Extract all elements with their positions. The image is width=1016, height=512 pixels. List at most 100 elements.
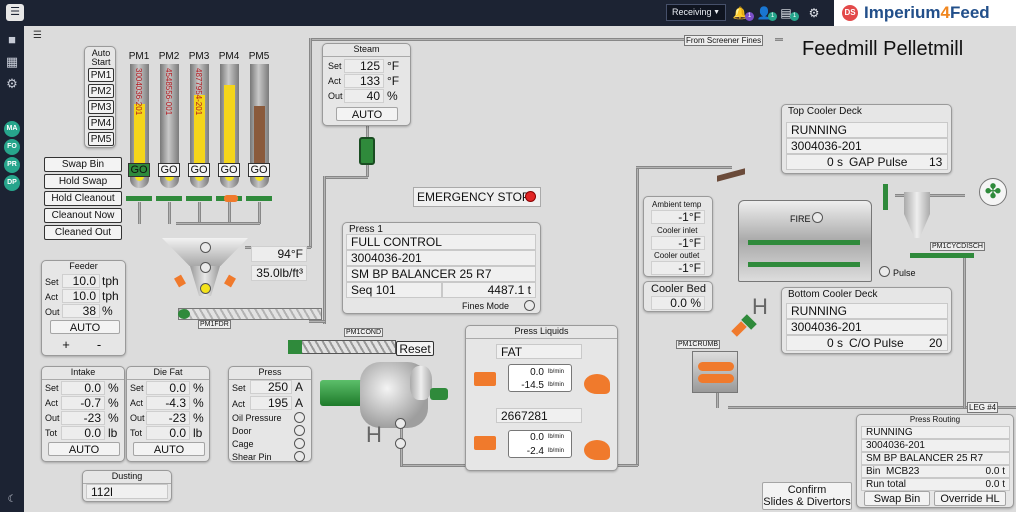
ambient-temp: -1°F	[651, 210, 705, 224]
swap-bin-button[interactable]: Swap Bin	[44, 157, 122, 172]
auto-start-pm1-button[interactable]: PM1	[88, 68, 114, 82]
feeder-set-unit: tph	[102, 274, 119, 288]
pipe	[198, 202, 201, 224]
routing-bin-weight: 0.0 t	[985, 466, 1005, 477]
sidebar-toggle-icon[interactable]: ☰	[33, 30, 42, 41]
task-badge: 1	[790, 12, 799, 21]
hold-swap-button[interactable]: Hold Swap	[44, 174, 122, 189]
emergency-stop[interactable]: EMERGENCY STOP	[413, 187, 541, 207]
bin-level-5	[254, 106, 265, 164]
die-motor	[430, 388, 448, 400]
bin-gate-5	[246, 196, 272, 201]
emergency-stop-indicator[interactable]	[525, 191, 536, 202]
go-button-4[interactable]: GO	[218, 163, 240, 177]
feeder-plus-button[interactable]: +	[53, 338, 79, 352]
bin-label-5: PM5	[248, 51, 270, 62]
go-button-2[interactable]: GO	[158, 163, 180, 177]
liquid1-pump	[584, 374, 610, 394]
page-title: Feedmill Pelletmill	[802, 38, 964, 60]
intake-set-unit: %	[108, 381, 119, 395]
fire-label: FIRE	[790, 214, 811, 224]
steam-set-value: 125	[344, 59, 384, 73]
gears-icon[interactable]: ⚙	[4, 76, 20, 92]
bin-order-3: 4877954-201	[194, 68, 203, 116]
press-act-unit: A	[295, 396, 304, 410]
press1-seq-value: 101	[375, 283, 396, 297]
go-button-3[interactable]: GO	[188, 163, 210, 177]
feeder-act-value: 10.0	[62, 289, 100, 303]
fines-mode-label: Fines Mode	[462, 301, 510, 311]
auto-start-title: Auto Start	[91, 48, 111, 67]
pipe	[228, 202, 231, 224]
avatar[interactable]: DS	[842, 5, 858, 21]
steam-valve[interactable]	[359, 137, 375, 165]
diefat-auto-button[interactable]: AUTO	[133, 442, 205, 456]
reset-button[interactable]: Reset	[396, 341, 434, 356]
user-avatar-fo[interactable]: FO	[4, 139, 20, 155]
feeder-auto-button[interactable]: AUTO	[50, 320, 120, 334]
auto-start-pm3-button[interactable]: PM3	[88, 100, 114, 114]
intake-out-label: Out	[45, 413, 60, 423]
pipe	[309, 320, 325, 323]
routing-swap-bin-button[interactable]: Swap Bin	[864, 491, 930, 506]
top-cooler-pulse-value: 13	[929, 155, 943, 169]
go-button-1[interactable]: GO	[128, 163, 150, 177]
dusting-title: Dusting	[83, 471, 171, 484]
liquid2-unit2: lb/min	[548, 448, 565, 454]
hopper-temp: 94°F	[251, 246, 307, 262]
diefat-act-label: Act	[130, 398, 144, 408]
confirm-slides-button[interactable]: Confirm Slides & Divertors	[762, 482, 852, 510]
cage-indicator	[294, 438, 305, 449]
intake-act-unit: %	[108, 396, 119, 410]
go-button-5[interactable]: GO	[248, 163, 270, 177]
cooler-outlet-unit: °F	[688, 261, 701, 275]
bin-gate-1	[126, 196, 152, 201]
cleanout-now-button[interactable]: Cleanout Now	[44, 208, 122, 223]
cleaned-out-button[interactable]: Cleaned Out	[44, 225, 122, 240]
intake-tot-value: 0.0	[61, 426, 105, 440]
intake-auto-button[interactable]: AUTO	[48, 442, 120, 456]
user-avatar-ma[interactable]: MA	[4, 121, 20, 137]
feeder-act-label: Act	[45, 292, 59, 302]
moon-icon[interactable]: ☾	[4, 492, 20, 508]
user-avatar-dp[interactable]: DP	[4, 175, 20, 191]
press1-total: 4487.1 t	[442, 282, 536, 298]
brand-number: 4	[940, 3, 950, 22]
square-icon[interactable]: ■	[4, 32, 20, 48]
bin-order-2: 4548556-001	[164, 68, 173, 116]
grid-icon[interactable]: ▦	[4, 54, 20, 70]
hamburger-icon[interactable]: ☰	[6, 4, 24, 21]
settings-icon[interactable]: ⚙	[806, 5, 822, 21]
bin-gate-2	[156, 196, 182, 201]
feeder-minus-button[interactable]: -	[86, 338, 112, 352]
liquid2-value2: -2.4	[526, 446, 544, 457]
crumbler-roll	[698, 374, 734, 383]
pm1crumb-label: PM1CRUMB	[676, 340, 721, 349]
auto-start-pm2-button[interactable]: PM2	[88, 84, 114, 98]
site-select[interactable]: Receiving ▼	[666, 4, 726, 21]
bin-gate-3	[186, 196, 212, 201]
chevron-down-icon: ▼	[713, 9, 720, 16]
override-hl-button[interactable]: Override HL	[934, 491, 1006, 506]
fines-mode-toggle[interactable]	[524, 300, 535, 311]
user-avatar-pr[interactable]: PR	[4, 157, 20, 173]
pellet-die	[410, 366, 432, 400]
bottom-cooler-time: 0 s	[827, 336, 844, 350]
steam-auto-button[interactable]: AUTO	[336, 107, 398, 121]
hold-cleanout-button[interactable]: Hold Cleanout	[44, 191, 122, 206]
auto-start-pm5-button[interactable]: PM5	[88, 132, 114, 146]
press1-order: 3004036-201	[346, 250, 536, 266]
fan-icon: ✤	[979, 178, 1007, 206]
hopper-level-indicator	[200, 262, 211, 273]
damper	[883, 184, 888, 210]
pipe	[775, 38, 783, 41]
intake-set-label: Set	[45, 383, 59, 393]
auto-start-pm4-button[interactable]: PM4	[88, 116, 114, 130]
press-act-label: Act	[232, 399, 246, 409]
press1-total-value: 4487.1	[487, 283, 525, 297]
cooler-inlet-value: -1	[678, 236, 689, 250]
confirm-line2: Slides & Divertors	[763, 496, 851, 508]
conditioner-motor	[288, 340, 302, 354]
diefat-act-unit: %	[193, 396, 204, 410]
site-select-value: Receiving	[672, 7, 712, 17]
